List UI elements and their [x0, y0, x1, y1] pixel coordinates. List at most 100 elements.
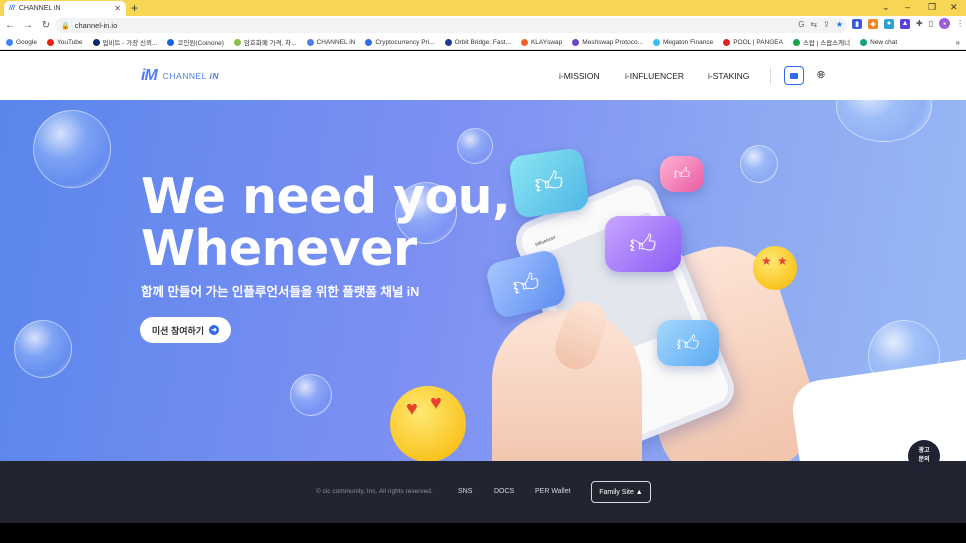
bubble-decoration	[740, 145, 778, 183]
header-divider	[770, 67, 771, 85]
wallet-button[interactable]	[784, 66, 804, 85]
site-footer: © cic community, Inc. All rights reserve…	[0, 461, 966, 523]
page-bottom-strip	[0, 523, 966, 543]
bookmark-favicon-icon	[306, 38, 314, 46]
browser-tab-strip: /// CHANNEL iN ✕ + ⌄ – ❐ ✕	[0, 0, 966, 16]
menu-dots-icon[interactable]: ⋮	[956, 19, 964, 28]
join-mission-label: 미션 참여하기	[151, 325, 205, 336]
join-mission-button[interactable]: 미션 참여하기 ➜	[140, 317, 231, 343]
bubble-decoration	[290, 374, 332, 416]
family-site-dropdown[interactable]: Family Site ▲	[591, 481, 651, 503]
bookmark-item[interactable]: POOL | PANGEA	[723, 38, 783, 46]
bookmark-item[interactable]: CHANNEL iN	[306, 38, 355, 46]
bookmark-favicon-icon	[652, 38, 660, 46]
bookmark-item[interactable]: Meshswap Protoco...	[572, 38, 643, 46]
browser-toolbar: ← → ↻ 🔒 channel-in.io G ⇆ ⇪ ★	[0, 16, 966, 35]
bookmark-favicon-icon	[723, 38, 731, 46]
star-eyes-emoji-icon: ★ ★	[753, 246, 797, 290]
extensions-area: ▮ ◆ ● ▲ ✚ ▯ ● ⋮	[852, 18, 964, 29]
site-favicon-icon: ///	[9, 5, 15, 12]
footer-link-per-wallet[interactable]: PER Wallet	[535, 488, 571, 495]
lock-icon[interactable]: 🔒	[61, 22, 70, 30]
bookmark-label: 업비트 - 가장 신뢰...	[102, 40, 158, 47]
extension-icon[interactable]: ●	[884, 18, 894, 29]
bookmark-item[interactable]: 암호화폐 가격, 차...	[233, 37, 297, 47]
close-window-icon[interactable]: ✕	[950, 2, 958, 13]
headline-line-1: We need you,	[141, 168, 511, 225]
nav-i-mission[interactable]: i-MISSION	[559, 71, 600, 81]
bookmark-item[interactable]: Orbit Bridge: Fast...	[444, 38, 511, 46]
bookmark-label: Meshswap Protoco...	[582, 38, 643, 46]
bookmark-item[interactable]: Megaton Finance	[652, 38, 714, 46]
bookmark-favicon-icon	[572, 38, 580, 46]
bookmark-label: POOL | PANGEA	[733, 38, 783, 46]
bookmark-favicon-icon	[520, 38, 528, 46]
ad-inquiry-line-1: 광고	[918, 448, 930, 454]
ad-inquiry-line-2: 문의	[918, 457, 930, 463]
bookmark-item[interactable]: New chat	[860, 38, 898, 46]
bookmark-favicon-icon	[444, 38, 452, 46]
sidebar-icon[interactable]: ▯	[929, 19, 933, 28]
forward-icon[interactable]: →	[20, 20, 36, 31]
star-eye-icon: ★	[777, 254, 788, 268]
extension-icon[interactable]: ▮	[852, 18, 862, 29]
heart-eye-icon: ♥	[430, 392, 442, 414]
bookmark-star-icon[interactable]: ★	[836, 20, 843, 29]
tab-title: CHANNEL iN	[18, 5, 61, 12]
reload-icon[interactable]: ↻	[38, 20, 54, 31]
site-header: iM CHANNEL iN i-MISSION i-INFLUENCER i-S…	[0, 51, 966, 100]
address-bar[interactable]: 🔒 channel-in.io G ⇆ ⇪ ★	[55, 18, 847, 33]
headline-line-2: Whenever	[141, 220, 417, 277]
bookmark-item[interactable]: Google	[6, 38, 37, 46]
bookmark-favicon-icon	[167, 38, 175, 46]
profile-avatar[interactable]: ●	[939, 18, 951, 29]
bookmark-item[interactable]: KLAYswap	[520, 38, 562, 46]
url-text: channel-in.io	[74, 21, 118, 30]
footer-link-sns[interactable]: SNS	[458, 488, 472, 495]
extension-icon[interactable]: ▲	[900, 18, 910, 29]
nav-i-influencer[interactable]: i-INFLUENCER	[625, 71, 684, 81]
back-icon[interactable]: ←	[2, 20, 18, 31]
logo-mark: iM	[141, 67, 158, 84]
minimize-icon[interactable]: –	[905, 2, 910, 12]
nav-i-staking[interactable]: i-STAKING	[708, 71, 749, 81]
share-icon[interactable]: ⇪	[823, 20, 830, 29]
bookmark-favicon-icon	[365, 38, 373, 46]
bubble-decoration	[14, 320, 72, 378]
tab-search-icon[interactable]: ⌄	[882, 2, 890, 13]
bookmark-favicon-icon	[92, 38, 100, 46]
metamask-icon[interactable]: ◆	[868, 18, 878, 29]
bookmark-label: 암호화폐 가격, 차...	[243, 40, 297, 47]
channel-in-logo[interactable]: iM CHANNEL iN	[141, 67, 219, 85]
google-lens-icon[interactable]: G	[798, 20, 804, 29]
thumbs-up-icon: 👍︎	[657, 320, 719, 366]
ad-inquiry-button[interactable]: 광고문의	[908, 440, 940, 472]
extensions-puzzle-icon[interactable]: ✚	[916, 19, 923, 28]
new-tab-icon[interactable]: +	[131, 1, 138, 15]
bookmark-label: Google	[16, 38, 37, 46]
wallet-icon	[790, 72, 798, 79]
bookmark-label: Cryptocurrency Pri...	[375, 38, 435, 46]
bookmark-label: Megaton Finance	[662, 38, 714, 46]
bookmark-favicon-icon	[46, 38, 54, 46]
bookmark-favicon-icon	[860, 38, 868, 46]
hero-banner: We need you, Whenever 함께 만들어 가는 인플루언서들을 …	[0, 100, 966, 461]
bookmark-label: New chat	[870, 38, 898, 46]
star-eye-icon: ★	[761, 254, 772, 268]
close-tab-icon[interactable]: ✕	[114, 4, 121, 13]
hero-headline: We need you, Whenever	[141, 168, 511, 277]
footer-link-docs[interactable]: DOCS	[494, 488, 514, 495]
bookmark-item[interactable]: YouTube	[46, 38, 83, 46]
maximize-icon[interactable]: ❐	[928, 2, 936, 13]
thumbs-up-icon: 👍︎	[508, 147, 590, 219]
translate-icon[interactable]: ⇆	[810, 20, 817, 29]
bookmark-label: YouTube	[56, 38, 83, 46]
more-bookmarks-icon[interactable]: »	[956, 38, 960, 47]
globe-language-icon[interactable]: 🌐︎	[817, 70, 825, 81]
bookmark-item[interactable]: 코인원(Coinone)	[167, 37, 224, 47]
bookmark-item[interactable]: 스왑 | 스왑스캐너	[792, 37, 850, 47]
phone-username: influencer	[534, 234, 557, 249]
bookmark-item[interactable]: Cryptocurrency Pri...	[365, 38, 435, 46]
bookmark-item[interactable]: 업비트 - 가장 신뢰...	[92, 37, 158, 47]
browser-tab[interactable]: /// CHANNEL iN ✕	[4, 1, 126, 16]
